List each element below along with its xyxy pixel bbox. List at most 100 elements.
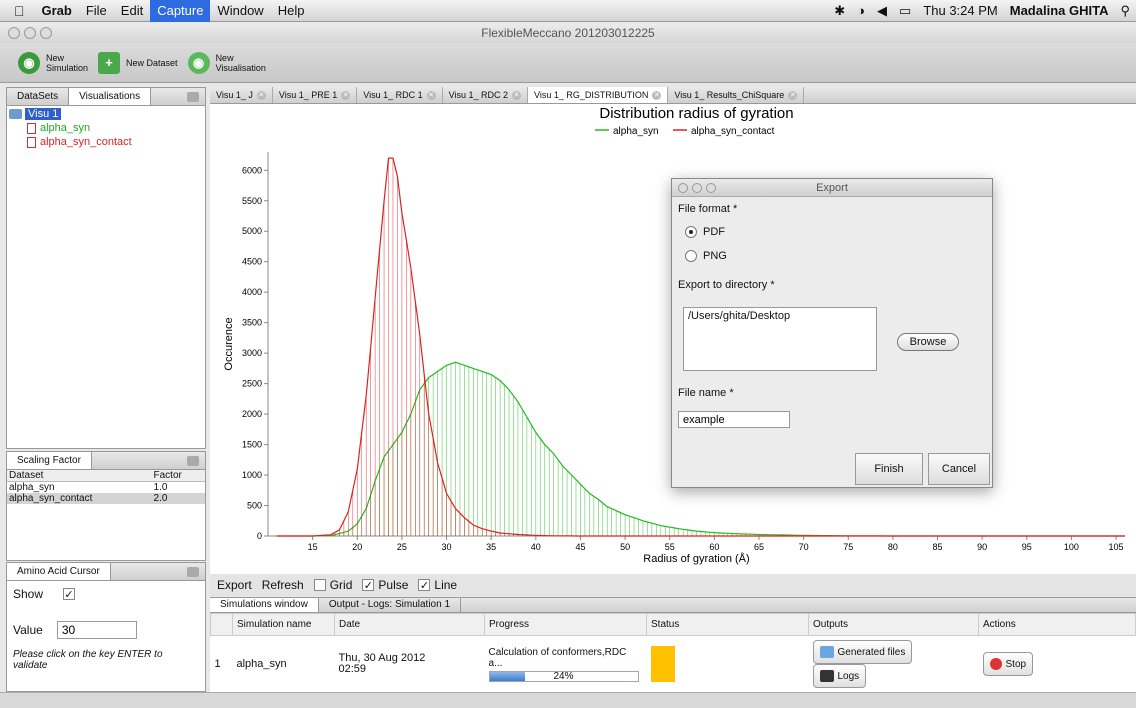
new-simulation-icon: ◉ [18, 51, 40, 74]
menu-grab[interactable]: Grab [35, 0, 79, 22]
y-tick-label: 1500 [242, 440, 262, 450]
logs-button[interactable]: Logs [812, 664, 867, 688]
x-tick-label: 30 [442, 542, 452, 552]
close-tab-icon[interactable]: ✕ [256, 90, 266, 100]
value-input[interactable] [56, 621, 137, 639]
pulse-checkbox[interactable]: ✓ [362, 579, 375, 592]
menu-window[interactable]: Window [210, 0, 270, 22]
legend-label: alpha_syn_contact [691, 126, 775, 137]
tree-item-alpha-syn-contact[interactable]: alpha_syn_contact [9, 136, 203, 148]
tab-output-logs[interactable]: Output - Logs: Simulation 1 [319, 598, 462, 612]
maximize-icon[interactable] [187, 567, 199, 577]
progress-fill [489, 671, 526, 681]
generated-files-button[interactable]: Generated files [812, 640, 913, 664]
png-radio-circle[interactable] [685, 250, 697, 262]
new-simulation-button[interactable]: ◉ New Simulation [18, 51, 89, 74]
tab-visu-pre1[interactable]: Visu 1_ PRE 1 ✕ [273, 87, 358, 103]
menu-edit[interactable]: Edit [114, 0, 150, 22]
tab-datasets[interactable]: DataSets [7, 88, 70, 105]
zoom-dialog-icon[interactable] [706, 183, 716, 193]
refresh-button[interactable]: Refresh [259, 578, 307, 592]
maximize-icon[interactable] [187, 92, 199, 102]
tab-visu-rdc2[interactable]: Visu 1_ RDC 2 ✕ [443, 87, 528, 103]
close-tab-icon[interactable]: ✕ [788, 90, 798, 100]
menu-capture[interactable]: Capture [150, 0, 211, 22]
tree-root[interactable]: Visu 1 [9, 108, 203, 120]
column-header[interactable] [210, 613, 233, 636]
menu-file[interactable]: File [79, 0, 114, 22]
wifi-icon[interactable]: ◑ [851, 3, 871, 18]
factor-cell[interactable]: 2.0 [151, 493, 205, 504]
pdf-label: PDF [703, 226, 725, 238]
table-row[interactable]: 1 alpha_syn Thu, 30 Aug 2012 02:59 Calcu… [211, 636, 1136, 693]
enter-hint: Please click on the key ENTER to validat… [13, 649, 163, 671]
grid-checkbox[interactable] [313, 579, 326, 591]
pdf-radio-circle[interactable] [685, 226, 697, 238]
directory-field[interactable]: /Users/ghita/Desktop [683, 307, 877, 371]
table-row[interactable]: alpha_syn 1.0 [7, 482, 205, 493]
column-header[interactable]: Date [334, 613, 485, 636]
tab-amino-acid-cursor[interactable]: Amino Acid Cursor [7, 563, 111, 580]
progress-bar: 24% [488, 670, 639, 682]
grid-toggle[interactable]: Grid [311, 578, 356, 592]
close-tab-icon[interactable]: ✕ [341, 90, 351, 100]
close-window-icon[interactable] [8, 27, 20, 39]
column-header[interactable]: Outputs [808, 613, 979, 636]
menu-help[interactable]: Help [271, 0, 312, 22]
pdf-radio[interactable]: PDF [685, 226, 725, 238]
factor-cell[interactable]: 1.0 [152, 482, 205, 493]
x-tick-label: 50 [620, 542, 630, 552]
show-checkbox[interactable]: ✓ [63, 588, 76, 601]
line-checkbox[interactable]: ✓ [418, 579, 431, 592]
png-radio[interactable]: PNG [685, 250, 727, 262]
tab-visu-rg-distribution[interactable]: Visu 1_ RG_DISTRIBUTION ✕ [527, 87, 669, 103]
column-header[interactable]: Actions [978, 613, 1136, 636]
tab-simulations-window[interactable]: Simulations window [210, 598, 319, 612]
new-visualisation-button[interactable]: ◉ New Visualisation [187, 51, 266, 74]
stop-button[interactable]: Stop [982, 652, 1034, 676]
cancel-button[interactable]: Cancel [928, 453, 990, 485]
line-toggle[interactable]: ✓ Line [415, 578, 460, 592]
close-tab-icon[interactable]: ✕ [426, 90, 436, 100]
x-tick-label: 85 [933, 542, 943, 552]
tab-scaling-factor[interactable]: Scaling Factor [7, 452, 92, 469]
column-header[interactable]: Dataset [7, 470, 152, 482]
file-name-input[interactable] [678, 411, 790, 428]
tab-visu-rdc1[interactable]: Visu 1_ RDC 1 ✕ [357, 87, 443, 103]
tab-visu-results-chisquare[interactable]: Visu 1_ Results_ChiSquare ✕ [668, 87, 805, 103]
x-tick-label: 105 [1109, 542, 1124, 552]
finish-button[interactable]: Finish [855, 453, 923, 485]
clock[interactable]: Thu 3:24 PM [917, 3, 1003, 18]
line-label: Line [434, 578, 458, 592]
minimize-window-icon[interactable] [24, 27, 36, 39]
new-dataset-button[interactable]: + New Dataset [98, 51, 178, 74]
x-tick-label: 20 [352, 542, 362, 552]
column-header[interactable]: Simulation name [232, 613, 335, 636]
close-tab-icon[interactable]: ✕ [511, 90, 521, 100]
close-tab-icon[interactable]: ✕ [652, 90, 662, 100]
battery-icon[interactable]: ▭ [893, 3, 917, 19]
column-header[interactable]: Factor [151, 470, 205, 482]
export-button[interactable]: Export [214, 578, 255, 592]
close-dialog-icon[interactable] [678, 183, 688, 193]
pulse-toggle[interactable]: ✓ Pulse [359, 578, 411, 592]
zoom-window-icon[interactable] [40, 27, 52, 39]
bluetooth-icon[interactable]: ✱ [828, 3, 851, 19]
tab-visu-j[interactable]: Visu 1_ J ✕ [210, 87, 273, 103]
apple-icon[interactable]:  [0, 3, 35, 19]
column-header[interactable]: Status [646, 613, 809, 636]
progress-text: Calculation of conformers,RDC a... [488, 646, 627, 669]
volume-icon[interactable]: ◀ [871, 3, 893, 19]
maximize-icon[interactable] [187, 456, 199, 466]
tree-item-alpha-syn[interactable]: alpha_syn [9, 122, 203, 134]
tab-visualisations[interactable]: Visualisations [69, 88, 152, 105]
browse-button[interactable]: Browse [897, 333, 959, 351]
simulations-panel: Simulations window Output - Logs: Simula… [210, 597, 1136, 692]
new-simulation-label: New Simulation [46, 52, 89, 73]
search-icon[interactable]: ⚲ [1114, 3, 1136, 19]
column-header[interactable]: Progress [484, 613, 647, 636]
scaling-factor-panel: Scaling Factor Dataset Factor alpha_syn … [6, 451, 206, 561]
minimize-dialog-icon[interactable] [692, 183, 702, 193]
table-row[interactable]: alpha_syn_contact 2.0 [7, 493, 205, 504]
user-name[interactable]: Madalina GHITA [1004, 3, 1115, 18]
